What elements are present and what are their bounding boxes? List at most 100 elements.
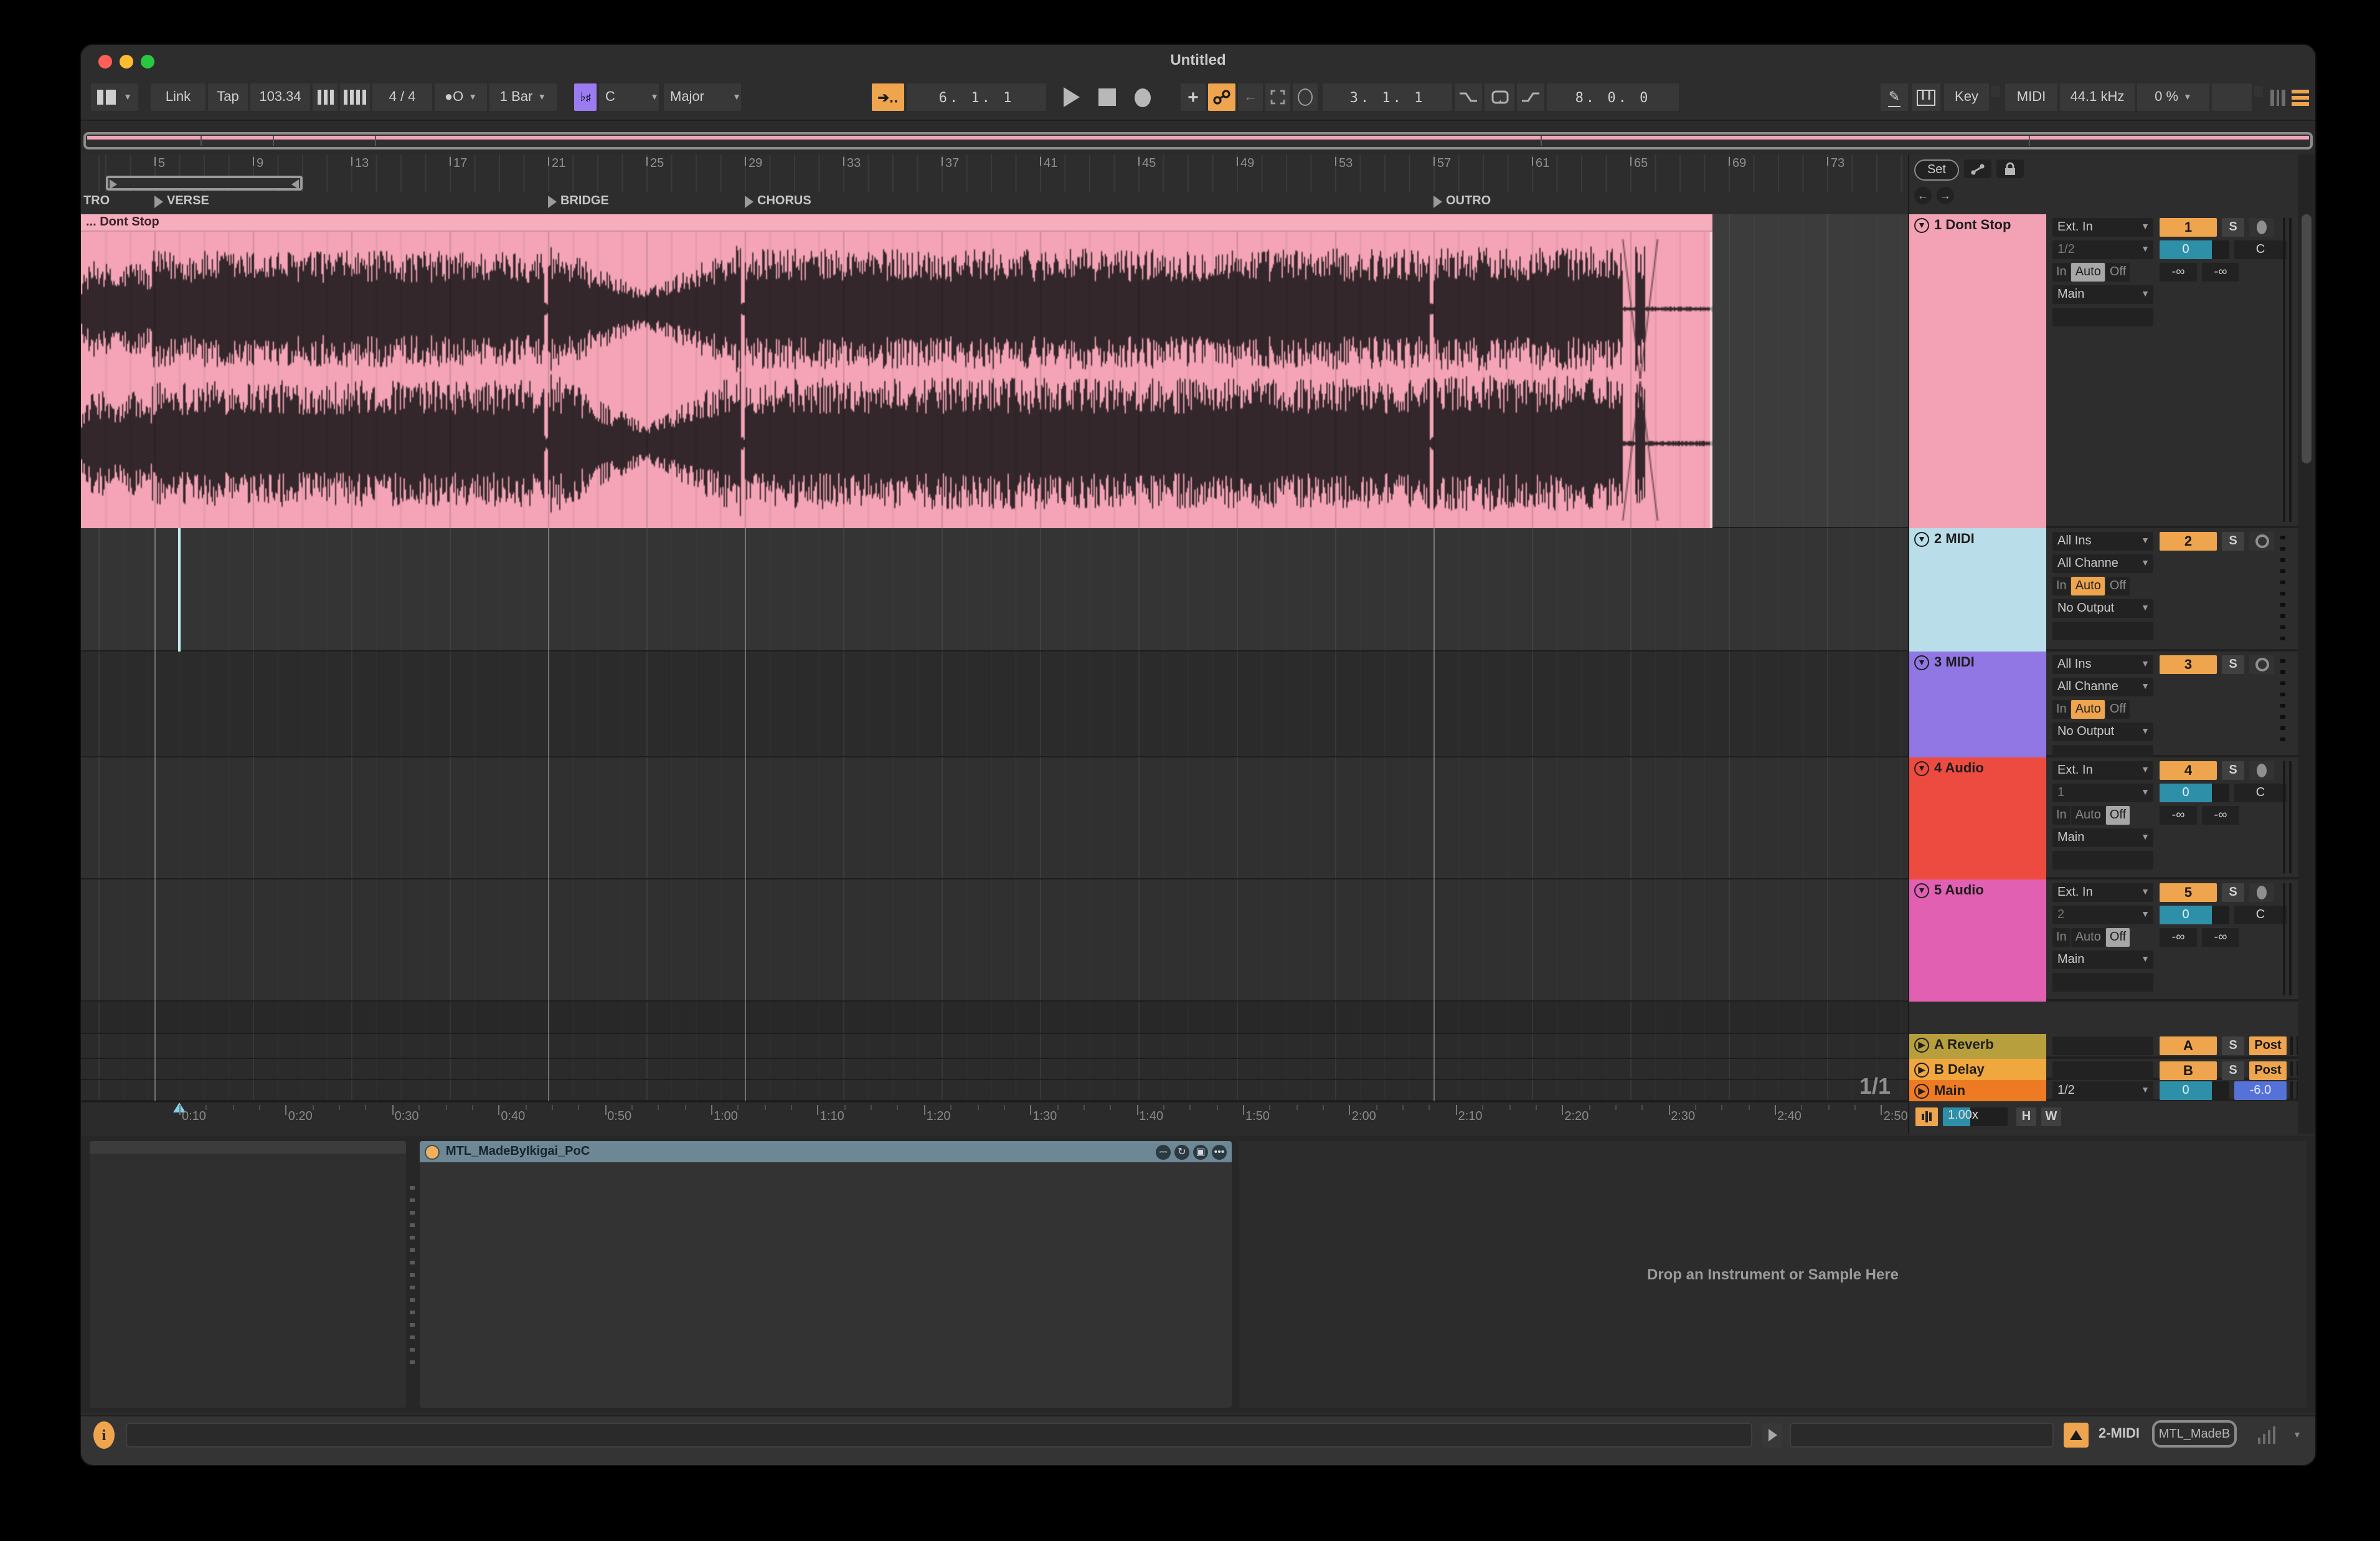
output-type-menu[interactable]: Main▼	[2052, 951, 2153, 969]
input-type-menu[interactable]: Ext. In▼	[2052, 218, 2153, 237]
monitor-in[interactable]: In	[2052, 577, 2071, 595]
send-a-field[interactable]: -∞	[2160, 928, 2197, 947]
track-number[interactable]: 4	[2160, 761, 2217, 780]
track-lane-5[interactable]	[81, 880, 1908, 1002]
device-reference-chip[interactable]: MTL_MadeB	[2152, 1420, 2237, 1448]
nudge-up-button[interactable]	[340, 83, 370, 111]
return-letter[interactable]: A	[2160, 1036, 2217, 1055]
monitor-switch[interactable]: InAutoOff	[2052, 928, 2130, 947]
track-name[interactable]: ▼1 Dont Stop	[1909, 214, 2046, 528]
device-plug-icon[interactable]: ⎓	[1156, 1144, 1171, 1159]
send-b-field[interactable]: -∞	[2202, 263, 2239, 282]
track-name[interactable]: ▼5 Audio	[1909, 880, 2046, 1002]
input-channel-menu[interactable]: 2▼	[2052, 906, 2153, 924]
arrangement-position-display[interactable]: 6. 1. 1	[907, 83, 1046, 111]
volume-field[interactable]: 0	[2160, 240, 2229, 259]
track-header-5[interactable]: ▼5 AudioExt. In▼2▼InAutoOffMain▼5S0C-∞-∞	[1909, 880, 2298, 1002]
monitor-auto[interactable]: Auto	[2072, 263, 2105, 282]
monitor-switch[interactable]: InAutoOff	[2052, 806, 2130, 825]
device-panel[interactable]: MTL_MadeByIkigai_PoC ⎓ ↻ ▣ •••	[420, 1141, 1232, 1408]
track-lane-4[interactable]	[81, 757, 1908, 880]
output-type-menu[interactable]: Main▼	[2052, 285, 2153, 304]
input-type-menu[interactable]: Ext. In▼	[2052, 883, 2153, 902]
spacer-lane[interactable]	[81, 1002, 1908, 1034]
info-view-toggle[interactable]: i	[93, 1421, 115, 1449]
arm-button[interactable]	[2249, 883, 2274, 902]
track-name[interactable]: ▶B Delay	[1909, 1059, 2046, 1080]
track-name[interactable]: ▼3 MIDI	[1909, 652, 2046, 757]
key-map-button[interactable]: Key	[1944, 83, 1989, 111]
computer-midi-keyboard-button[interactable]	[1912, 83, 1940, 111]
panel-separator[interactable]	[410, 1186, 415, 1373]
track-fold-button[interactable]: ▼	[1914, 761, 1929, 776]
locator-chorus[interactable]: CHORUS	[745, 194, 811, 208]
input-type-menu[interactable]: All Ins▼	[2052, 655, 2153, 674]
overdub-toggle[interactable]: +	[1181, 83, 1206, 111]
session-record-button[interactable]	[1293, 83, 1318, 111]
bar-ruler[interactable]: 5913172125293337414549535761656973	[81, 154, 1908, 193]
send-a-field[interactable]: -∞	[2160, 806, 2197, 825]
track-lane-2[interactable]	[81, 528, 1908, 652]
scale-name-menu[interactable]: Major▼	[664, 83, 741, 111]
device-drop-area[interactable]: Drop an Instrument or Sample Here	[1239, 1141, 2307, 1408]
browser-toggle[interactable]: ▼	[91, 83, 138, 111]
playback-rate-field[interactable]: 1.00x	[1943, 1107, 2008, 1126]
input-channel-menu[interactable]: 1▼	[2052, 784, 2153, 802]
root-note-menu[interactable]: C▼	[599, 83, 659, 111]
arrangement-overview[interactable]	[83, 132, 2313, 149]
device-title-bar[interactable]: MTL_MadeByIkigai_PoC ⎓ ↻ ▣ •••	[420, 1141, 1232, 1162]
input-type-menu[interactable]: All Ins▼	[2052, 532, 2153, 551]
track-fold-button[interactable]: ▼	[1914, 883, 1929, 898]
device-on-toggle[interactable]	[425, 1144, 440, 1159]
track-fold-button[interactable]: ▼	[1914, 532, 1929, 547]
nudge-down-button[interactable]	[313, 83, 338, 111]
prev-locator-button[interactable]: ←	[1914, 187, 1932, 204]
cue-out-menu[interactable]: 1/2▼	[2052, 1081, 2153, 1100]
locator-bridge[interactable]: BRIDGE	[548, 194, 609, 208]
input-channel-menu[interactable]: 1/2▼	[2052, 240, 2153, 259]
track-fold-button[interactable]: ▼	[1914, 218, 1929, 233]
output-type-menu[interactable]: No Output▼	[2052, 723, 2153, 741]
track-number[interactable]: 3	[2160, 655, 2217, 674]
track-number[interactable]: 1	[2160, 218, 2217, 237]
post-toggle[interactable]: Post	[2249, 1036, 2287, 1055]
track-number[interactable]: 5	[2160, 883, 2217, 902]
solo-button[interactable]: S	[2222, 883, 2244, 902]
clip-view-panel[interactable]	[90, 1141, 406, 1408]
play-button[interactable]	[1056, 83, 1086, 111]
return-letter[interactable]: B	[2160, 1061, 2217, 1080]
solo-button[interactable]: S	[2222, 1036, 2244, 1055]
monitor-auto[interactable]: Auto	[2072, 928, 2105, 947]
track-name[interactable]: ▶Main	[1909, 1080, 2046, 1101]
solo-button[interactable]: S	[2222, 218, 2244, 237]
solo-button[interactable]: S	[2222, 761, 2244, 780]
main-gain-field[interactable]: -6.0	[2234, 1081, 2287, 1100]
send-a-field[interactable]: -∞	[2160, 263, 2197, 282]
pan-field[interactable]: C	[2234, 784, 2287, 802]
scale-mode-toggle[interactable]: ♭♯	[574, 83, 597, 111]
audio-clip[interactable]: ... Dont Stop	[81, 214, 1712, 528]
track-name[interactable]: ▼2 MIDI	[1909, 528, 2046, 652]
main-track-header[interactable]: ▶Main1/2▼0-6.0	[1909, 1080, 2298, 1101]
follow-button[interactable]: ➔‥	[872, 83, 904, 111]
track-name[interactable]: ▼4 Audio	[1909, 757, 2046, 880]
loop-brace[interactable]	[105, 176, 302, 191]
arm-button[interactable]	[2249, 655, 2274, 674]
monitor-in[interactable]: In	[2052, 263, 2071, 282]
zoom-width-button[interactable]: W	[2041, 1107, 2061, 1126]
time-ruler[interactable]: 0:100:200:300:400:501:001:101:201:301:40…	[81, 1101, 1908, 1134]
monitor-auto[interactable]: Auto	[2072, 806, 2105, 825]
arrangement-area[interactable]: 5913172125293337414549535761656973 TROVE…	[81, 154, 1908, 1134]
track-delay-field[interactable]	[2052, 622, 2153, 640]
lock-envelopes-button[interactable]	[1996, 159, 2024, 178]
monitor-in[interactable]: In	[2052, 806, 2071, 825]
set-locator-button[interactable]: Set	[1914, 159, 1959, 181]
monitor-auto[interactable]: Auto	[2072, 577, 2105, 595]
selected-track-color-button[interactable]	[2064, 1423, 2089, 1448]
return-delay-field[interactable]	[2052, 1061, 2153, 1080]
quantization-menu[interactable]: 1 Bar▼	[489, 83, 557, 111]
marker-automation-button[interactable]	[1964, 159, 1991, 178]
track-delay-field[interactable]	[2052, 308, 2153, 326]
vertical-scrollbar[interactable]	[2298, 154, 2315, 1134]
monitor-off[interactable]: Off	[2106, 806, 2130, 825]
